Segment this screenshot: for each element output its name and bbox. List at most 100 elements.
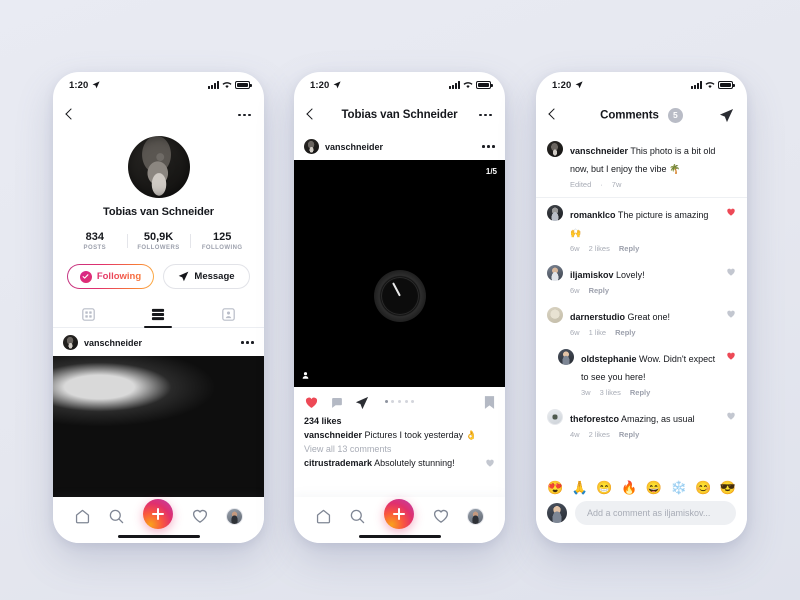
bookmark-icon[interactable]: [484, 395, 495, 410]
search-icon[interactable]: [108, 508, 125, 525]
status-time: 1:20: [310, 79, 330, 91]
edited-label: Edited: [570, 180, 592, 189]
emoji-quick-row: 😍 🙏 😁 🔥 😄 ❄️ 😊 😎: [536, 475, 747, 499]
emoji-0[interactable]: 😍: [547, 481, 563, 494]
comment-username[interactable]: oldstephanie: [581, 354, 637, 364]
avatar[interactable]: [547, 409, 563, 425]
avatar[interactable]: [304, 139, 319, 154]
reply-button[interactable]: Reply: [619, 430, 639, 439]
comment-text: theforestco Amazing, as usual: [570, 414, 695, 424]
status-bar: 1:20: [294, 72, 505, 98]
reply-button[interactable]: Reply: [619, 244, 639, 253]
send-icon[interactable]: [719, 108, 734, 123]
emoji-3[interactable]: 🔥: [621, 481, 637, 494]
emoji-6[interactable]: 😊: [695, 481, 711, 494]
likes-count[interactable]: 234 likes: [304, 416, 495, 426]
post-image-carousel[interactable]: 1/5: [294, 160, 505, 387]
emoji-1[interactable]: 🙏: [572, 481, 588, 494]
page-title: Comments 5: [536, 107, 747, 123]
following-button[interactable]: Following: [67, 264, 154, 289]
comment-bubble-icon[interactable]: [330, 396, 344, 410]
comments-list[interactable]: vanschneider This photo is a bit old now…: [536, 132, 747, 475]
comment-input[interactable]: Add a comment as iljamiskov...: [575, 501, 736, 525]
status-time: 1:20: [552, 79, 572, 91]
avatar[interactable]: [467, 507, 485, 525]
post-username[interactable]: vanschneider: [325, 142, 383, 152]
more-options-button[interactable]: [482, 145, 495, 148]
home-indicator: [358, 534, 441, 538]
comment-row: darnerstudio Great one! 6w 1 like Reply: [536, 300, 747, 342]
more-options-button[interactable]: [479, 113, 492, 117]
more-options-button[interactable]: [241, 341, 254, 344]
caption-username[interactable]: vanschneider: [304, 430, 362, 440]
heart-icon[interactable]: [432, 507, 450, 525]
avatar[interactable]: [547, 205, 563, 221]
comment-text: romanklco The picture is amazing 🙌: [570, 210, 708, 238]
emoji-2[interactable]: 😁: [596, 481, 612, 494]
profile-avatar[interactable]: [127, 136, 190, 198]
view-all-comments-link[interactable]: View all 13 comments: [304, 444, 495, 454]
heart-icon[interactable]: [726, 265, 736, 277]
home-icon[interactable]: [315, 508, 332, 525]
comment-username[interactable]: theforestco: [570, 414, 619, 424]
comment-body: Lovely!: [616, 270, 645, 280]
reply-button[interactable]: Reply: [630, 388, 650, 397]
profile-content: Tobias van Schneider 834 POSTS 50,9K FOL…: [53, 132, 264, 497]
emoji-5[interactable]: ❄️: [670, 481, 686, 494]
heart-icon[interactable]: [191, 507, 209, 525]
avatar[interactable]: [547, 265, 563, 281]
tagged-person-icon[interactable]: [301, 371, 310, 380]
send-icon[interactable]: [355, 396, 369, 410]
stat-posts[interactable]: 834 POSTS: [63, 231, 127, 251]
location-arrow-icon: [575, 81, 584, 89]
preview-comment-username[interactable]: citrustrademark: [304, 458, 372, 468]
heart-icon[interactable]: [726, 307, 736, 319]
reply-button[interactable]: Reply: [589, 286, 609, 295]
message-button[interactable]: Message: [163, 264, 250, 289]
heart-filled-icon[interactable]: [726, 205, 736, 217]
heart-icon[interactable]: [485, 458, 495, 468]
stat-following[interactable]: 125 FOLLOWING: [190, 231, 254, 251]
screenshot-canvas: 1:20 Tobias van Schneider 834 POSTS 50,9…: [0, 0, 800, 600]
post-meta: 234 likes vanschneider Pictures I took y…: [294, 410, 505, 468]
avatar[interactable]: [226, 507, 244, 525]
feed-post-username[interactable]: vanschneider: [84, 338, 142, 348]
comment-username[interactable]: vanschneider: [570, 146, 628, 156]
stat-value: 834: [85, 231, 105, 243]
comment-likes[interactable]: 2 likes: [589, 244, 610, 253]
comment-row: romanklco The picture is amazing 🙌 6w 2 …: [536, 198, 747, 258]
profile-tabs: [53, 301, 264, 328]
feed-post-image[interactable]: [53, 356, 264, 497]
emoji-7[interactable]: 😎: [720, 481, 736, 494]
comment-username[interactable]: romanklco: [570, 210, 616, 220]
comment-likes[interactable]: 3 likes: [600, 388, 621, 397]
stat-followers[interactable]: 50,9K FOLLOWERS: [126, 231, 191, 251]
back-button[interactable]: [549, 109, 556, 121]
heart-filled-icon[interactable]: [304, 395, 319, 410]
back-button[interactable]: [307, 109, 314, 121]
comment-likes[interactable]: 2 likes: [589, 430, 610, 439]
comment-username[interactable]: darnerstudio: [570, 312, 625, 322]
comment-time: ·: [600, 180, 603, 189]
current-user-avatar[interactable]: [547, 503, 567, 523]
comment-likes[interactable]: 1 like: [589, 328, 607, 337]
avatar[interactable]: [547, 307, 563, 323]
emoji-4[interactable]: 😄: [646, 481, 662, 494]
tab-grid[interactable]: [53, 301, 123, 327]
avatar[interactable]: [547, 141, 563, 157]
avatar[interactable]: [558, 349, 574, 365]
comment-username[interactable]: iljamiskov: [570, 270, 614, 280]
back-button[interactable]: [66, 109, 73, 121]
tab-tagged[interactable]: [194, 301, 264, 327]
heart-filled-icon[interactable]: [726, 349, 736, 361]
home-indicator: [117, 534, 200, 538]
heart-icon[interactable]: [726, 409, 736, 421]
reply-button[interactable]: Reply: [615, 328, 635, 337]
search-icon[interactable]: [349, 508, 366, 525]
create-post-button[interactable]: [383, 499, 414, 529]
tab-feed-list[interactable]: [123, 301, 193, 327]
home-icon[interactable]: [74, 508, 91, 525]
avatar[interactable]: [63, 335, 78, 350]
more-options-button[interactable]: [238, 113, 251, 117]
create-post-button[interactable]: [142, 499, 173, 529]
